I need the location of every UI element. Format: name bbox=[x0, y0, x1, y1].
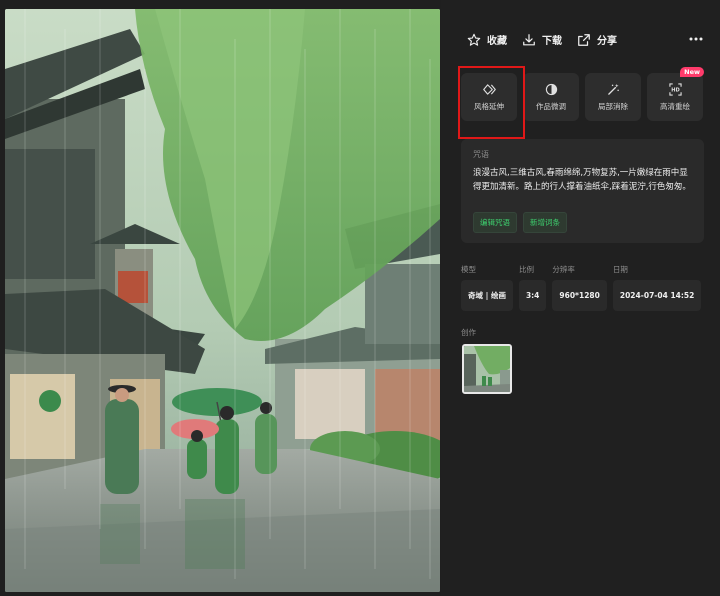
hd-redraw-button[interactable]: HD 高清重绘 New bbox=[647, 67, 704, 121]
fine-tune-button[interactable]: 作品微调 bbox=[523, 73, 579, 121]
new-badge: New bbox=[680, 67, 704, 77]
local-erase-button[interactable]: 局部消除 bbox=[585, 73, 641, 121]
share-icon bbox=[578, 33, 590, 46]
resolution-label: 分辨率 bbox=[552, 265, 575, 274]
resolution-field: 分辨率 960*1280 bbox=[552, 264, 607, 311]
magic-wand-icon bbox=[607, 83, 619, 95]
download-icon bbox=[523, 33, 535, 45]
generated-image[interactable] bbox=[5, 9, 440, 592]
style-extend-button[interactable]: 风格延伸 bbox=[461, 73, 517, 121]
style-extend-label: 风格延伸 bbox=[474, 101, 504, 111]
favorite-label: 收藏 bbox=[487, 36, 507, 47]
resolution-value: 960*1280 bbox=[552, 280, 607, 311]
thumbnail-image bbox=[464, 346, 510, 392]
prompt-card: 咒语 浪漫古风,三维古风,春雨绵绵,万物复苏,一片嫩绿在雨中显得更加清新。路上的… bbox=[461, 139, 704, 243]
more-options-icon[interactable] bbox=[688, 33, 704, 45]
prompt-actions: 编辑咒语 新增词条 bbox=[473, 212, 573, 233]
download-button[interactable]: 下载 bbox=[522, 32, 562, 47]
fine-tune-label: 作品微调 bbox=[536, 101, 566, 111]
model-value: 奇域 | 绘画 bbox=[461, 280, 513, 311]
model-label: 模型 bbox=[461, 265, 476, 274]
svg-text:HD: HD bbox=[671, 87, 680, 93]
prompt-label: 咒语 bbox=[473, 150, 489, 159]
ratio-value: 3:4 bbox=[518, 280, 547, 311]
tool-buttons: 风格延伸 作品微调 局部消除 HD 高清重绘 New bbox=[461, 67, 709, 121]
date-value: 2024-07-04 14:52 bbox=[612, 280, 702, 311]
app-window: 收藏 下载 分享 风格延伸 作品微调 局部消除 HD 高清重绘 New 咒语 浪… bbox=[0, 0, 720, 596]
edit-prompt-button[interactable]: 编辑咒语 bbox=[473, 212, 517, 233]
date-field: 日期 2024-07-04 14:52 bbox=[612, 264, 702, 311]
top-action-bar: 收藏 下载 分享 bbox=[467, 32, 632, 47]
share-button[interactable]: 分享 bbox=[577, 32, 617, 47]
download-label: 下载 bbox=[542, 36, 562, 47]
generation-meta: 模型 奇域 | 绘画 比例 3:4 分辨率 960*1280 日期 2024-0… bbox=[461, 264, 707, 311]
local-erase-label: 局部消除 bbox=[598, 101, 628, 111]
ratio-label: 比例 bbox=[518, 265, 534, 274]
star-icon bbox=[467, 33, 481, 46]
fine-tune-icon bbox=[545, 83, 557, 95]
prompt-text: 浪漫古风,三维古风,春雨绵绵,万物复苏,一片嫩绿在雨中显得更加清新。路上的行人撑… bbox=[473, 168, 691, 192]
work-thumbnail[interactable] bbox=[462, 344, 512, 394]
works-label: 创作 bbox=[461, 328, 476, 337]
date-label: 日期 bbox=[612, 265, 628, 274]
model-field: 模型 奇域 | 绘画 bbox=[461, 264, 513, 311]
detail-panel: 收藏 下载 分享 风格延伸 作品微调 局部消除 HD 高清重绘 New 咒语 浪… bbox=[441, 0, 720, 596]
hd-icon: HD bbox=[668, 82, 682, 96]
hd-redraw-label: 高清重绘 bbox=[660, 101, 690, 111]
add-term-button[interactable]: 新增词条 bbox=[523, 212, 567, 233]
share-label: 分享 bbox=[597, 36, 617, 47]
artwork-illustration bbox=[5, 9, 440, 592]
favorite-button[interactable]: 收藏 bbox=[467, 32, 507, 47]
ratio-field: 比例 3:4 bbox=[518, 264, 547, 311]
style-extend-icon bbox=[482, 83, 496, 95]
